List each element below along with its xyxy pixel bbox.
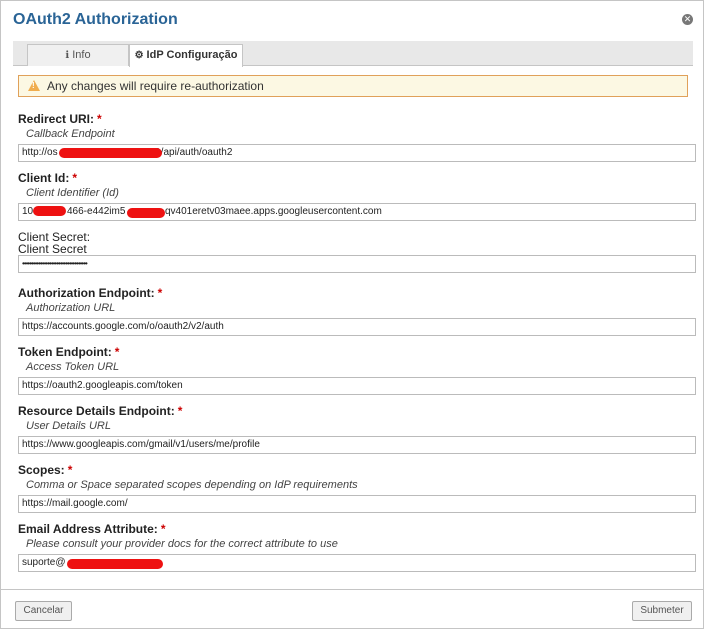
submit-button[interactable]: Submeter	[632, 601, 692, 621]
tab-idp-configuracao[interactable]: ⚙ IdP Configuração	[129, 44, 243, 67]
resource-details-endpoint-value: https://www.googleapis.com/gmail/v1/user…	[22, 439, 260, 450]
scopes-hint: Comma or Space separated scopes dependin…	[26, 479, 358, 491]
redirect-uri-hint: Callback Endpoint	[26, 128, 115, 140]
redirect-uri-value-start: http://os	[22, 147, 58, 158]
tab-info[interactable]: ℹ Info	[27, 44, 129, 66]
gear-icon: ⚙	[134, 50, 144, 61]
tab-info-label: Info	[72, 49, 91, 61]
redaction-mark	[59, 148, 162, 158]
scopes-label: Scopes: *	[18, 463, 73, 477]
redaction-mark	[67, 559, 163, 569]
client-id-input[interactable]: 10 466-e442im5 qv401eretv03maee.apps.goo…	[18, 203, 696, 221]
authorization-endpoint-value: https://accounts.google.com/o/oauth2/v2/…	[22, 321, 224, 332]
cancel-button[interactable]: Cancelar	[15, 601, 72, 621]
email-attribute-input[interactable]: suporte@	[18, 554, 696, 572]
email-attribute-hint: Please consult your provider docs for th…	[26, 538, 338, 550]
close-icon[interactable]: ✕	[682, 14, 693, 25]
authorization-endpoint-input[interactable]: https://accounts.google.com/o/oauth2/v2/…	[18, 318, 696, 336]
scopes-input[interactable]: https://mail.google.com/	[18, 495, 696, 513]
tab-idp-label: IdP Configuração	[146, 49, 238, 61]
warning-triangle-icon: !	[28, 80, 40, 91]
client-id-value-mid: 466-e442im5	[67, 206, 126, 217]
client-id-label: Client Id: *	[18, 171, 77, 185]
resource-details-endpoint-label: Resource Details Endpoint: *	[18, 404, 183, 418]
tab-bar: ℹ Info ⚙ IdP Configuração	[13, 41, 693, 67]
client-secret-sublabel: Client Secret	[18, 242, 87, 256]
info-circle-icon: ℹ	[65, 50, 70, 61]
client-secret-value: ••••••••••••••••••••••••••••••••••••	[22, 259, 88, 268]
dialog-title: OAuth2 Authorization	[13, 11, 178, 28]
email-attribute-label: Email Address Attribute: *	[18, 522, 166, 536]
resource-details-endpoint-hint: User Details URL	[26, 420, 111, 432]
client-id-hint: Client Identifier (Id)	[26, 187, 119, 199]
token-endpoint-value: https://oauth2.googleapis.com/token	[22, 380, 183, 391]
redaction-mark	[127, 208, 165, 218]
client-id-value-start: 10	[22, 206, 34, 217]
authorization-endpoint-hint: Authorization URL	[26, 302, 116, 314]
resource-details-endpoint-input[interactable]: https://www.googleapis.com/gmail/v1/user…	[18, 436, 696, 454]
dialog-footer: Cancelar Submeter	[1, 589, 703, 628]
redirect-uri-label: Redirect URI: *	[18, 112, 102, 126]
token-endpoint-hint: Access Token URL	[26, 361, 120, 373]
dialog-titlebar: OAuth2 Authorization ✕	[1, 1, 703, 39]
client-secret-input[interactable]: ••••••••••••••••••••••••••••••••••••	[18, 255, 696, 273]
reauth-warning: ! Any changes will require re-authorizat…	[18, 75, 688, 97]
redaction-mark	[33, 206, 66, 216]
authorization-endpoint-label: Authorization Endpoint: *	[18, 286, 163, 300]
scopes-value: https://mail.google.com/	[22, 498, 128, 509]
oauth2-dialog: OAuth2 Authorization ✕ ℹ Info ⚙ IdP Config…	[0, 0, 704, 629]
redirect-uri-input[interactable]: http://os 821/api/auth/oauth2	[18, 144, 696, 162]
email-attribute-value: suporte@	[22, 557, 66, 568]
warning-text: Any changes will require re-authorizatio…	[47, 79, 264, 93]
token-endpoint-input[interactable]: https://oauth2.googleapis.com/token	[18, 377, 696, 395]
client-id-value-end: qv401eretv03maee.apps.googleusercontent.…	[165, 206, 382, 217]
token-endpoint-label: Token Endpoint: *	[18, 345, 120, 359]
